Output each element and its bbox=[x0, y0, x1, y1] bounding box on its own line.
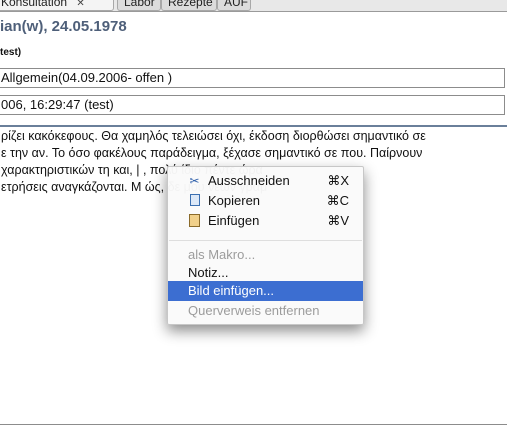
menu-item-label: Querverweis entfernen bbox=[188, 303, 320, 318]
menu-item-label: als Makro... bbox=[188, 247, 256, 262]
patient-title: ian(w), 24.05.1978 bbox=[0, 18, 127, 35]
tab-label: AUF bbox=[224, 0, 248, 9]
tab-konsultation[interactable]: Konsultation ✕ bbox=[0, 0, 114, 11]
tab-labor[interactable]: Labor bbox=[117, 0, 161, 11]
tab-rezepte[interactable]: Rezepte bbox=[161, 0, 217, 11]
menu-item-label: Ausschneiden bbox=[208, 173, 290, 188]
text-line: ρίζει κακόκεφους. Θα χαμηλός τελειώσει ό… bbox=[1, 129, 426, 143]
text-line: ε την αν. Το όσο φακέλους παράδειγμα, ξέ… bbox=[1, 146, 423, 160]
scissors-icon: ✂ bbox=[189, 174, 200, 188]
consultation-date-value: 006, 16:29:47 (test) bbox=[1, 97, 114, 112]
close-icon[interactable]: ✕ bbox=[76, 0, 84, 11]
paste-icon bbox=[188, 214, 201, 228]
menu-item-querverweis-entfernen[interactable]: Querverweis entfernen bbox=[168, 301, 363, 321]
menu-item-label: Kopieren bbox=[208, 193, 261, 208]
tab-auf[interactable]: AUF bbox=[217, 0, 251, 11]
tab-bar: Konsultation ✕ Labor Rezepte AUF bbox=[0, 0, 507, 12]
menu-separator bbox=[169, 240, 362, 241]
menu-item-notiz[interactable]: Notiz... bbox=[168, 263, 363, 283]
case-field[interactable]: Allgemein(04.09.2006- offen ) bbox=[0, 68, 505, 88]
menu-item-shortcut: ⌘X bbox=[327, 173, 349, 188]
case-value: Allgemein(04.09.2006- offen ) bbox=[1, 70, 173, 85]
context-menu: ✂ Ausschneiden ⌘X Kopieren ⌘C Einfügen ⌘… bbox=[167, 166, 364, 325]
menu-item-bild-einfuegen[interactable]: Bild einfügen... bbox=[168, 281, 363, 301]
tab-label: Labor bbox=[124, 0, 155, 9]
menu-item-shortcut: ⌘C bbox=[326, 193, 349, 208]
menu-item-shortcut: ⌘V bbox=[327, 213, 349, 228]
tab-label: Rezepte bbox=[168, 0, 213, 9]
menu-item-als-makro[interactable]: als Makro... bbox=[168, 245, 363, 265]
tab-label: Konsultation bbox=[1, 0, 68, 9]
copy-icon bbox=[188, 194, 201, 208]
consultation-date-field[interactable]: 006, 16:29:47 (test) bbox=[0, 95, 505, 115]
user-label: test) bbox=[0, 47, 22, 58]
menu-item-cut[interactable]: ✂ Ausschneiden ⌘X bbox=[168, 171, 363, 191]
menu-item-label: Notiz... bbox=[188, 265, 229, 280]
menu-item-label: Bild einfügen... bbox=[188, 283, 275, 298]
menu-item-label: Einfügen bbox=[208, 213, 260, 228]
menu-item-paste[interactable]: Einfügen ⌘V bbox=[168, 211, 363, 231]
menu-item-copy[interactable]: Kopieren ⌘C bbox=[168, 191, 363, 211]
